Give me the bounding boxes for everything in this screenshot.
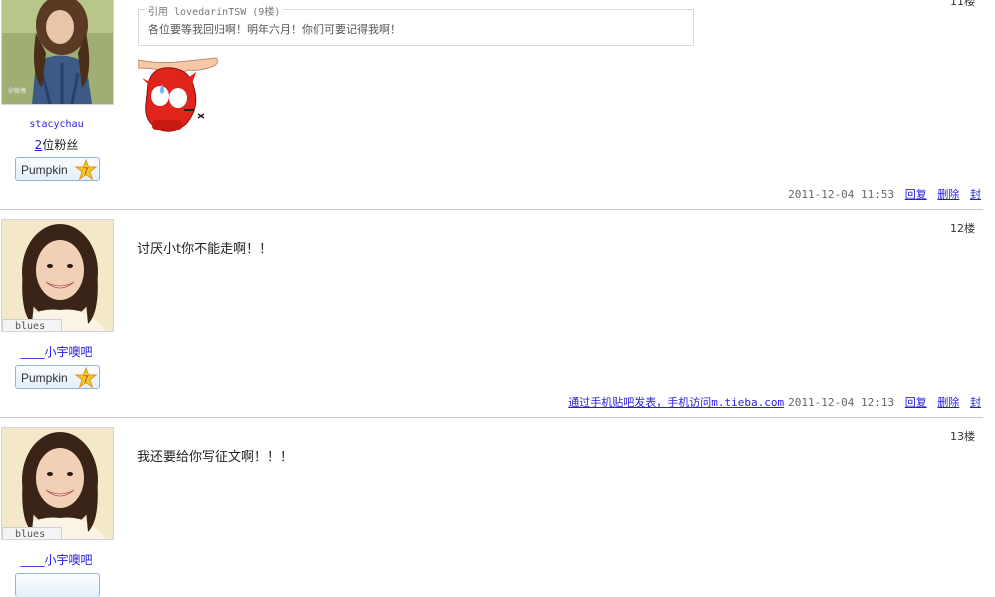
member-badge[interactable]: Pumpkin 7 <box>15 365 100 389</box>
floor-number: 11楼 <box>950 0 975 8</box>
avatar-tag: blues <box>2 319 62 331</box>
username[interactable]: stacychau <box>0 119 113 130</box>
username[interactable]: ____小宇噢吧 <box>0 343 113 360</box>
floor-number: 12楼 <box>950 222 975 235</box>
post-floor-11: ＠微博 stacychau 2位粉丝 Pumpkin 7 11楼 引用 love… <box>0 0 983 209</box>
fans-label: 位粉丝 <box>42 138 79 152</box>
avatar[interactable]: blues <box>1 219 114 332</box>
quote-text: 各位要等我回归啊！明年六月！你们可要记得我啊！ <box>148 23 401 36</box>
mobile-post-link[interactable]: 通过手机贴吧发表，手机访问m.tieba.com <box>568 396 784 409</box>
ban-link[interactable]: 封 <box>970 396 981 409</box>
badge-level: 7 <box>83 166 88 176</box>
post-floor-12: blues ____小宇噢吧 Pumpkin 7 12楼 讨厌小t你不能走啊！！… <box>0 210 983 417</box>
floor-number: 13楼 <box>950 430 975 443</box>
post-date: 2011-12-04 11:53 <box>788 188 895 201</box>
post-floor-13: blues ____小宇噢吧 13楼 我还要给你写征文啊！！！ <box>0 418 983 597</box>
emoticon-image <box>138 57 219 132</box>
reply-link[interactable]: 回复 <box>905 396 927 409</box>
reply-link[interactable]: 回复 <box>905 188 927 201</box>
quote-title: 引用 lovedarinTSW (9楼) <box>145 3 284 18</box>
delete-link[interactable]: 删除 <box>937 396 959 409</box>
avatar[interactable]: ＠微博 <box>1 0 114 105</box>
member-badge[interactable]: Pumpkin 7 <box>15 157 100 181</box>
svg-text:＠微博: ＠微博 <box>8 87 26 95</box>
ban-link[interactable]: 封 <box>970 188 981 201</box>
post-footer: 通过手机贴吧发表，手机访问m.tieba.com 2011-12-04 12:13… <box>568 394 981 410</box>
delete-link[interactable]: 删除 <box>937 188 959 201</box>
post-footer: 2011-12-04 11:53 回复 删除 封 <box>788 186 981 202</box>
badge-level: 7 <box>83 374 88 384</box>
post-content: 讨厌小t你不能走啊！！ <box>137 242 273 257</box>
avatar-tag: blues <box>2 527 62 539</box>
badge-star-icon: 7 <box>75 159 97 181</box>
username[interactable]: ____小宇噢吧 <box>0 551 113 568</box>
member-badge[interactable] <box>15 573 100 597</box>
badge-label: Pumpkin <box>21 163 68 177</box>
badge-star-icon: 7 <box>75 367 97 389</box>
avatar[interactable]: blues <box>1 427 114 540</box>
quote-box: 引用 lovedarinTSW (9楼) 各位要等我回归啊！明年六月！你们可要记… <box>138 3 694 46</box>
post-content: 我还要给你写征文啊！！！ <box>137 450 294 465</box>
badge-label: Pumpkin <box>21 371 68 385</box>
post-date: 2011-12-04 12:13 <box>788 396 895 409</box>
fans-count: 2位粉丝 <box>0 136 113 153</box>
